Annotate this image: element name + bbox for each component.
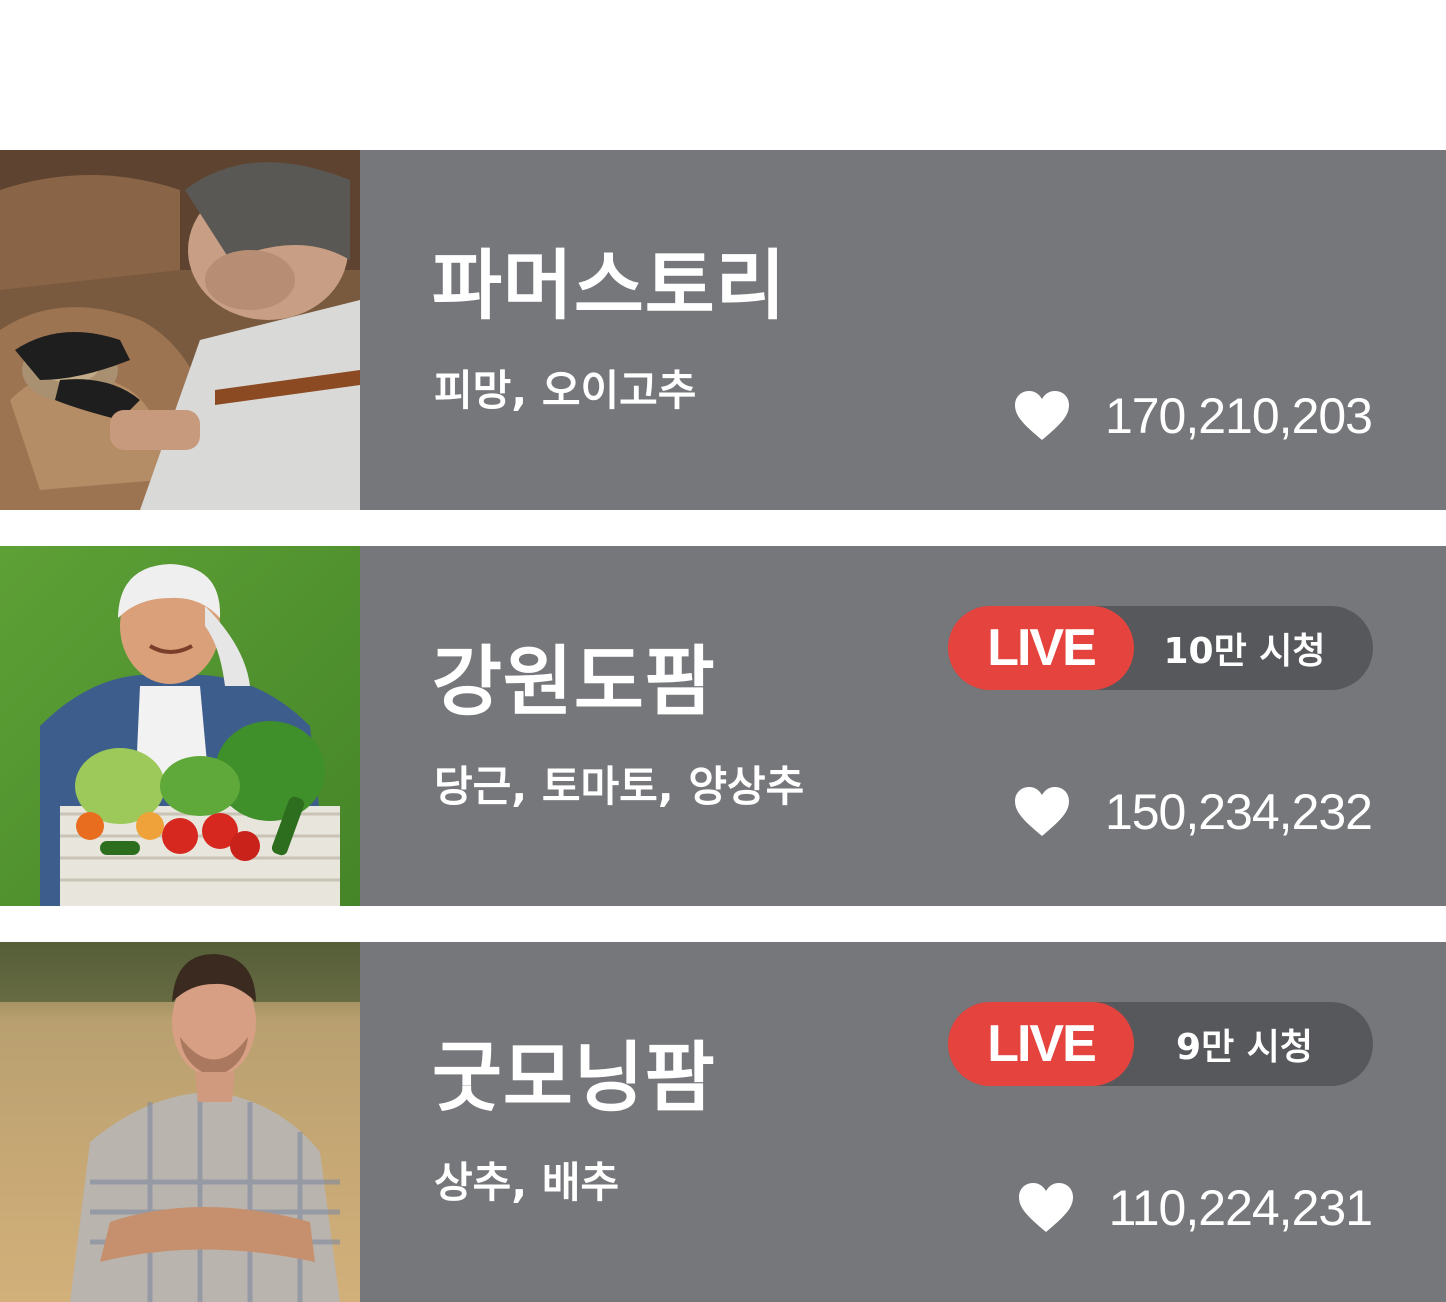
heart-icon xyxy=(1014,391,1069,440)
viewer-count: 9만 시청 xyxy=(1176,1027,1313,1068)
farm-photo xyxy=(0,150,360,510)
live-badge: LIVE xyxy=(948,606,1134,690)
live-indicator[interactable]: LIVE 9만 시청 xyxy=(948,1002,1373,1086)
farm-card[interactable]: 강원도팜 당근, 토마토, 양상추 LIVE 10만 시청 150,234,23… xyxy=(0,546,1446,906)
farm-card[interactable]: 굿모닝팜 상추, 배추 LIVE 9만 시청 110,224,231 xyxy=(0,942,1446,1302)
farm-name: 강원도팜 xyxy=(432,637,716,726)
heart-icon xyxy=(1014,787,1069,836)
live-badge: LIVE xyxy=(948,1002,1134,1086)
farm-products: 당근, 토마토, 양상추 xyxy=(434,762,805,811)
farm-photo xyxy=(0,942,360,1302)
viewer-count: 10만 시청 xyxy=(1163,631,1326,672)
likes[interactable]: 170,210,203 xyxy=(1013,388,1373,444)
farm-products: 피망, 오이고추 xyxy=(434,366,697,415)
farm-name: 파머스토리 xyxy=(432,241,787,330)
likes[interactable]: 110,224,231 xyxy=(1017,1180,1373,1236)
live-indicator[interactable]: LIVE 10만 시청 xyxy=(948,606,1373,690)
like-count: 110,224,231 xyxy=(1108,1180,1373,1236)
farm-name: 굿모닝팜 xyxy=(432,1033,716,1122)
like-count: 170,210,203 xyxy=(1104,388,1373,444)
likes[interactable]: 150,234,232 xyxy=(1013,784,1373,840)
farm-photo xyxy=(0,546,360,906)
like-count: 150,234,232 xyxy=(1104,784,1373,840)
farm-products: 상추, 배추 xyxy=(434,1158,620,1207)
farm-card[interactable]: 파머스토리 피망, 오이고추 170,210,203 xyxy=(0,150,1446,510)
heart-icon xyxy=(1018,1183,1073,1232)
